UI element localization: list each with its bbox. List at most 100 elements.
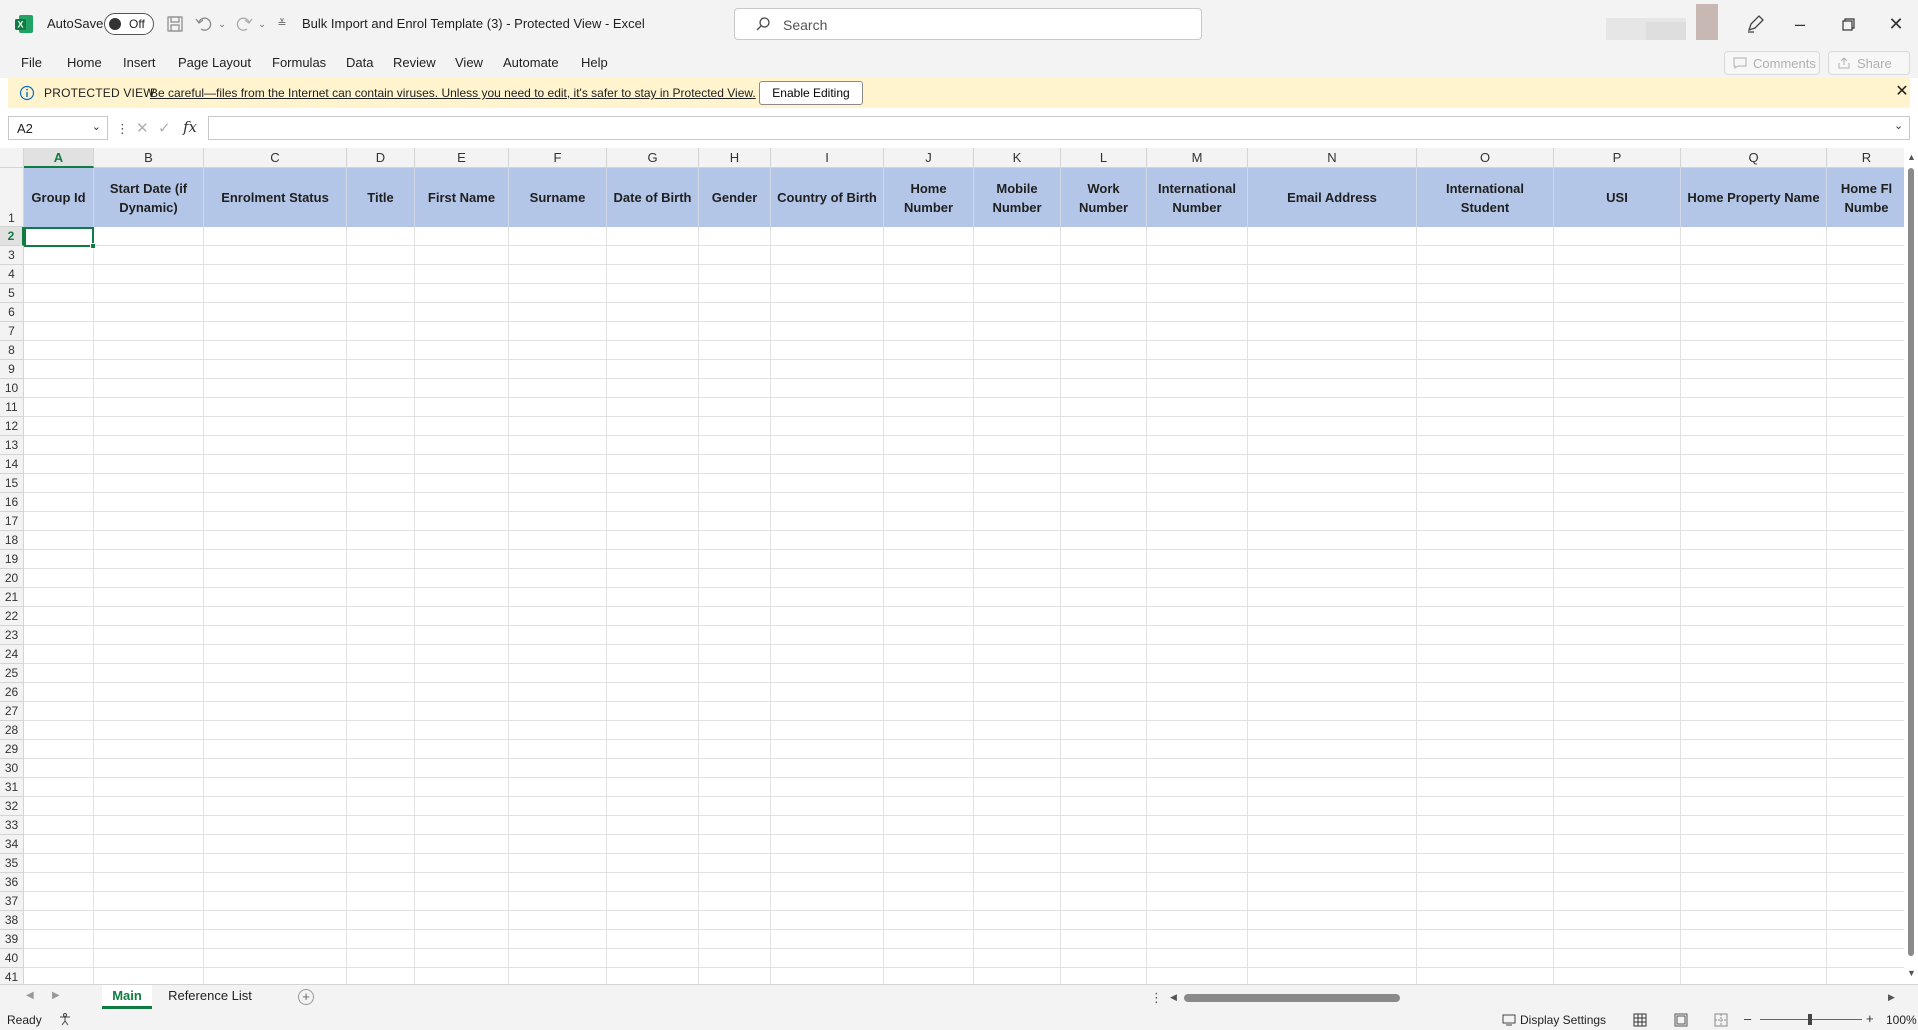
row-header-34[interactable]: 34 [0, 835, 24, 854]
row-header-33[interactable]: 33 [0, 816, 24, 835]
row-header-17[interactable]: 17 [0, 512, 24, 531]
row-header-20[interactable]: 20 [0, 569, 24, 588]
column-header-a[interactable]: A [24, 148, 94, 168]
scroll-right-icon[interactable]: ▶ [1888, 992, 1895, 1003]
header-cell-h1[interactable]: Gender [699, 168, 771, 227]
active-cell-a2[interactable] [24, 227, 96, 249]
zoom-out-icon[interactable]: – [1744, 1011, 1751, 1026]
tab-formulas[interactable]: Formulas [272, 55, 326, 70]
page-layout-view-icon[interactable] [1674, 1013, 1688, 1027]
column-header-b[interactable]: B [94, 148, 204, 168]
tab-page-layout[interactable]: Page Layout [178, 55, 251, 70]
row-header-3[interactable]: 3 [0, 246, 24, 265]
tab-splitter-icon[interactable]: ⋮ [1150, 990, 1163, 1006]
row-header-25[interactable]: 25 [0, 664, 24, 683]
row-header-41[interactable]: 41 [0, 968, 24, 984]
horizontal-scrollbar[interactable] [1182, 993, 1882, 1003]
share-button[interactable]: Share ⌄ [1828, 51, 1910, 85]
enable-editing-button[interactable]: Enable Editing [759, 81, 863, 105]
row-header-1[interactable]: 1 [0, 168, 24, 227]
select-all-corner[interactable] [0, 148, 24, 168]
sheet-tab-reference-list[interactable]: Reference List [158, 985, 262, 1009]
column-header-q[interactable]: Q [1681, 148, 1827, 168]
column-header-r[interactable]: R [1827, 148, 1904, 168]
header-cell-i1[interactable]: Country of Birth [771, 168, 884, 227]
page-break-preview-icon[interactable] [1714, 1013, 1728, 1027]
row-header-24[interactable]: 24 [0, 645, 24, 664]
zoom-in-icon[interactable]: + [1866, 1011, 1874, 1026]
header-cell-n1[interactable]: Email Address [1248, 168, 1417, 227]
header-cell-e1[interactable]: First Name [415, 168, 509, 227]
tab-home[interactable]: Home [67, 55, 102, 70]
spreadsheet-grid[interactable]: A Group Id B Start Date (if Dynamic) C Enrolm… [0, 148, 1904, 984]
formula-input[interactable] [208, 116, 1910, 140]
insert-function-icon[interactable]: fx [183, 118, 197, 136]
row-header-13[interactable]: 13 [0, 436, 24, 455]
column-header-h[interactable]: H [699, 148, 771, 168]
minimize-icon[interactable]: – [1788, 12, 1812, 36]
next-sheet-icon[interactable]: ▶ [52, 990, 60, 1001]
column-header-d[interactable]: D [347, 148, 415, 168]
vertical-scroll-thumb[interactable] [1908, 168, 1914, 956]
header-cell-d1[interactable]: Title [347, 168, 415, 227]
search-box[interactable]: Search [734, 8, 1202, 40]
tab-file[interactable]: File [21, 55, 42, 70]
column-header-p[interactable]: P [1554, 148, 1681, 168]
column-header-e[interactable]: E [415, 148, 509, 168]
row-header-39[interactable]: 39 [0, 930, 24, 949]
column-header-o[interactable]: O [1417, 148, 1554, 168]
row-header-18[interactable]: 18 [0, 531, 24, 550]
row-header-6[interactable]: 6 [0, 303, 24, 322]
redo-dropdown-icon[interactable]: ⌄ [252, 14, 272, 34]
scroll-down-icon[interactable]: ▼ [1907, 968, 1916, 978]
row-header-31[interactable]: 31 [0, 778, 24, 797]
pen-icon[interactable] [1744, 13, 1766, 35]
row-header-19[interactable]: 19 [0, 550, 24, 569]
row-header-22[interactable]: 22 [0, 607, 24, 626]
accessibility-icon[interactable] [58, 1012, 72, 1026]
tab-review[interactable]: Review [393, 55, 436, 70]
scroll-up-icon[interactable]: ▲ [1907, 152, 1916, 162]
close-window-icon[interactable]: ✕ [1884, 12, 1908, 36]
header-cell-o1[interactable]: International Student [1417, 168, 1554, 227]
row-header-26[interactable]: 26 [0, 683, 24, 702]
row-header-38[interactable]: 38 [0, 911, 24, 930]
customize-toolbar-icon[interactable]: ≚ [272, 14, 292, 34]
row-header-12[interactable]: 12 [0, 417, 24, 436]
column-header-l[interactable]: L [1061, 148, 1147, 168]
header-cell-m1[interactable]: International Number [1147, 168, 1248, 227]
column-header-k[interactable]: K [974, 148, 1061, 168]
header-cell-k1[interactable]: Mobile Number [974, 168, 1061, 227]
scroll-left-icon[interactable]: ◀ [1170, 992, 1177, 1003]
column-header-i[interactable]: I [771, 148, 884, 168]
tab-automate[interactable]: Automate [503, 55, 559, 70]
header-cell-r1[interactable]: Home Fl Numbe [1827, 168, 1904, 227]
row-header-4[interactable]: 4 [0, 265, 24, 284]
prev-sheet-icon[interactable]: ◀ [26, 990, 34, 1001]
row-header-36[interactable]: 36 [0, 873, 24, 892]
row-header-29[interactable]: 29 [0, 740, 24, 759]
header-cell-a1[interactable]: Group Id [24, 168, 94, 227]
account-avatar[interactable] [1606, 4, 1724, 40]
row-header-14[interactable]: 14 [0, 455, 24, 474]
column-header-f[interactable]: F [509, 148, 607, 168]
row-header-28[interactable]: 28 [0, 721, 24, 740]
row-header-27[interactable]: 27 [0, 702, 24, 721]
protected-view-message[interactable]: Be careful—files from the Internet can c… [150, 86, 756, 100]
column-header-m[interactable]: M [1147, 148, 1248, 168]
normal-view-icon[interactable] [1633, 1013, 1647, 1027]
restore-icon[interactable] [1836, 12, 1860, 36]
row-header-32[interactable]: 32 [0, 797, 24, 816]
row-header-8[interactable]: 8 [0, 341, 24, 360]
column-header-c[interactable]: C [204, 148, 347, 168]
comments-button[interactable]: Comments [1724, 51, 1820, 75]
header-cell-j1[interactable]: Home Number [884, 168, 974, 227]
chevron-down-icon[interactable]: ⌄ [92, 120, 101, 133]
cancel-icon[interactable]: ✕ [136, 119, 149, 137]
row-header-2[interactable]: 2 [0, 227, 24, 246]
row-header-5[interactable]: 5 [0, 284, 24, 303]
add-sheet-icon[interactable]: + [298, 989, 314, 1005]
tab-view[interactable]: View [455, 55, 483, 70]
display-settings-button[interactable]: Display Settings [1520, 1013, 1606, 1027]
tab-help[interactable]: Help [581, 55, 608, 70]
